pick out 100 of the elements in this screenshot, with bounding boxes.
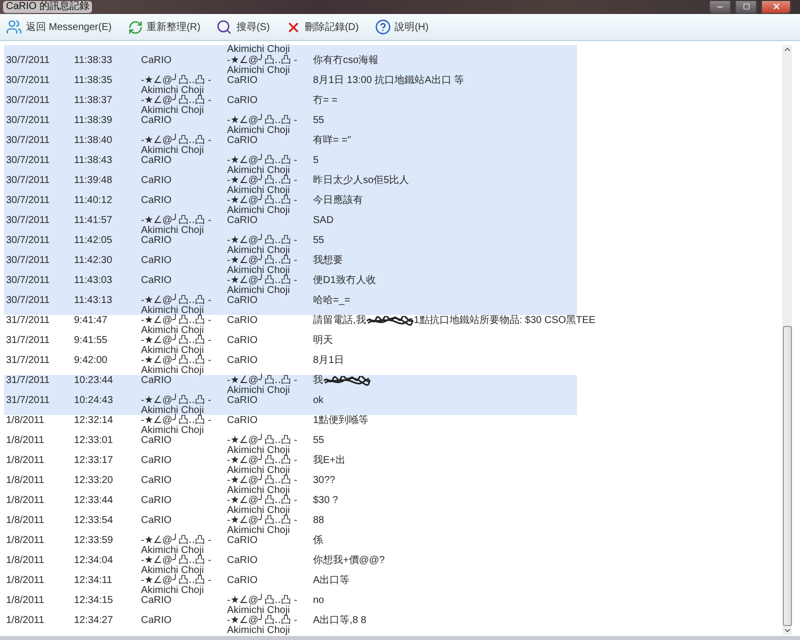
date-cell-text: 30/7/2011 <box>5 95 51 108</box>
message-text: A出口等 <box>313 576 350 586</box>
message-text: 30?? <box>313 476 336 486</box>
message-text: 8月1日 13:00 抗口地鐵站A出口 等 <box>313 76 464 86</box>
scroll-down-icon[interactable] <box>782 626 792 635</box>
time-cell-text: 11:41:57 <box>73 215 114 228</box>
sender-cell-text: -★∠@╯凸‥凸 - Akimichi Choji <box>140 355 212 376</box>
message-text: 便D1致冇人收 <box>313 276 376 286</box>
scrollbar-track[interactable] <box>782 45 792 635</box>
toolbar-button[interactable]: 說明(H) <box>372 17 432 37</box>
message-text: SAD <box>313 216 334 226</box>
log-row[interactable]: 30/7/2011 11:38:39 CaRIO -★∠@╯凸‥凸 - Akimichi Choji 55 <box>4 115 577 135</box>
close-button[interactable] <box>761 0 791 14</box>
message-text: 今日應該有 <box>313 196 363 206</box>
message-text: 你有冇cso海報 <box>313 56 379 66</box>
time-cell-text: 12:33:44 <box>73 495 114 508</box>
sender-cell-text: CaRIO <box>140 175 173 188</box>
log-row[interactable]: 30/7/2011 11:38:33 CaRIO -★∠@╯凸‥凸 - Akimichi Choji 你有冇cso海報 <box>4 55 577 75</box>
date-cell-text: 1/8/2011 <box>5 515 46 528</box>
time-cell-text: 12:33:17 <box>73 455 114 468</box>
date-cell-text: 1/8/2011 <box>5 595 46 608</box>
date-cell-text: 30/7/2011 <box>5 155 51 168</box>
time-cell-text: 10:23:44 <box>73 375 114 388</box>
recipient-cell-text: CaRIO <box>226 315 259 328</box>
date-cell-text: 31/7/2011 <box>5 355 51 368</box>
toolbar-button[interactable]: 搜尋(S) <box>213 17 273 37</box>
sender-cell-text: -★∠@╯凸‥凸 - Akimichi Choji <box>140 215 212 236</box>
message-text: 明天 <box>313 336 333 346</box>
date-cell-text: 30/7/2011 <box>5 215 51 228</box>
time-cell-text: 12:33:59 <box>73 535 114 548</box>
toolbar-button[interactable]: 重新整理(R) <box>124 18 204 36</box>
sender-cell-text: CaRIO <box>140 595 173 608</box>
message-text: 昨日太少人so佢5比人 <box>313 176 410 186</box>
time-cell-text: 11:39:48 <box>73 175 114 188</box>
help-icon <box>374 19 391 35</box>
date-cell-text: 1/8/2011 <box>5 575 46 588</box>
message-text: 88 <box>313 516 324 526</box>
date-cell-text: 30/7/2011 <box>5 295 51 308</box>
recipient-cell-text: CaRIO <box>226 295 259 308</box>
recipient-cell-text: -★∠@╯凸‥凸 - Akimichi Choji <box>226 195 298 216</box>
message-text: 我想要 <box>313 256 343 266</box>
scrollbar-thumb[interactable] <box>782 326 792 626</box>
log-row[interactable]: 30/7/2011 11:39:48 CaRIO -★∠@╯凸‥凸 - Akimichi Choji 昨日太少人so佢5比人 <box>4 175 577 195</box>
date-cell-text: 30/7/2011 <box>5 175 51 188</box>
message-text: $30 ? <box>313 496 338 506</box>
log-row[interactable]: 30/7/2011 11:38:37 -★∠@╯凸‥凸 - Akimichi Choji CaRIO 冇= = <box>4 95 577 115</box>
time-cell-text: 11:42:30 <box>73 255 114 268</box>
message-text: 我E+出 <box>313 456 346 466</box>
time-cell-text: 10:24:43 <box>73 395 114 408</box>
time-cell-text: 12:33:20 <box>73 475 114 488</box>
recipient-cell-text: -★∠@╯凸‥凸 - Akimichi Choji <box>226 275 298 296</box>
log-row[interactable]: 30/7/2011 11:38:35 -★∠@╯凸‥凸 - Akimichi Choji CaRIO 8月1日 13:00 抗口地鐵站A出口 等 <box>4 75 577 95</box>
date-cell-text: 31/7/2011 <box>5 315 51 328</box>
sender-cell-text: CaRIO <box>140 515 173 528</box>
message-text: 你想我+價@@? <box>313 556 385 566</box>
scroll-up-icon[interactable] <box>782 45 792 54</box>
log-row[interactable]: 30/7/2011 11:42:30 CaRIO -★∠@╯凸‥凸 - Akimichi Choji 我想要 <box>4 255 577 275</box>
time-cell-text: 11:38:37 <box>73 95 114 108</box>
message-text: 55 <box>313 436 324 446</box>
date-cell-text: 1/8/2011 <box>5 455 46 468</box>
sender-cell-text: CaRIO <box>140 455 173 468</box>
time-cell-text: 12:33:01 <box>73 435 114 448</box>
sender-cell-text: CaRIO <box>140 375 173 388</box>
sender-cell-text: -★∠@╯凸‥凸 - Akimichi Choji <box>140 575 212 596</box>
log-row[interactable]: 30/7/2011 11:41:57 -★∠@╯凸‥凸 - Akimichi Choji CaRIO SAD <box>4 215 577 235</box>
sender-cell-text: -★∠@╯凸‥凸 - Akimichi Choji <box>140 135 212 156</box>
toolbar-button[interactable]: 返回 Messenger(E) <box>3 17 115 37</box>
recipient-cell-text: CaRIO <box>226 215 259 228</box>
log-row[interactable]: 30/7/2011 11:43:13 -★∠@╯凸‥凸 - Akimichi Choji CaRIO 哈哈=_= <box>4 295 577 315</box>
message-text: 55 <box>313 116 324 126</box>
sender-cell-text: CaRIO <box>140 55 173 68</box>
log-row[interactable]: 30/7/2011 11:38:40 -★∠@╯凸‥凸 - Akimichi Choji CaRIO 有咩= =" <box>4 135 577 155</box>
message-text: 哈哈=_= <box>313 296 350 306</box>
log-row[interactable]: 30/7/2011 11:40:12 CaRIO -★∠@╯凸‥凸 - Akimichi Choji 今日應該有 <box>4 195 577 215</box>
recipient-cell-text: CaRIO <box>226 335 259 348</box>
recipient-cell-text: CaRIO <box>226 535 259 548</box>
maximize-icon <box>742 3 750 10</box>
maximize-button[interactable] <box>735 0 757 14</box>
message-text: 1點抗口地鐵站所要物品: $30 CSO黑TEE <box>414 316 596 326</box>
recipient-cell-text: CaRIO <box>226 555 259 568</box>
recipient-cell-text: CaRIO <box>226 95 259 108</box>
log-row[interactable]: 30/7/2011 11:42:05 CaRIO -★∠@╯凸‥凸 - Akimichi Choji 55 <box>4 235 577 255</box>
time-cell-text: 11:38:33 <box>73 55 114 68</box>
date-cell-text: 30/7/2011 <box>5 275 51 288</box>
toolbar-button[interactable]: 刪除記錄(D) <box>282 18 362 36</box>
log-row[interactable]: 30/7/2011 11:43:03 CaRIO -★∠@╯凸‥凸 - Akimichi Choji 便D1致冇人收 <box>4 275 577 295</box>
time-cell-text: 12:33:54 <box>73 515 114 528</box>
log-row[interactable]: 31/7/2011 9:41:47 -★∠@╯凸‥凸 - Akimichi Choji CaRIO 請留電話,我 1點抗口地鐵站所要物品: $30 CSO黑TEE <box>4 315 598 335</box>
log-row[interactable]: 31/7/2011 10:23:44 CaRIO -★∠@╯凸‥凸 - Akimichi Choji 我 <box>4 375 577 395</box>
time-cell-text: 11:43:13 <box>73 295 114 308</box>
recipient-cell-text: CaRIO <box>226 395 259 408</box>
time-cell-text: 11:42:05 <box>73 235 114 248</box>
time-cell-text: 12:34:27 <box>73 615 114 628</box>
log-row[interactable]: 30/7/2011 11:38:43 CaRIO -★∠@╯凸‥凸 - Akimichi Choji 5 <box>4 155 577 175</box>
recipient-cell-text: CaRIO <box>226 355 259 368</box>
message-text: no <box>313 596 324 606</box>
close-icon <box>772 2 780 11</box>
date-cell-text: 1/8/2011 <box>5 535 46 548</box>
date-cell-text: 30/7/2011 <box>5 55 51 68</box>
log-row[interactable]: 31/7/2011 10:24:43 -★∠@╯凸‥凸 - Akimichi Choji CaRIO ok <box>4 395 577 415</box>
